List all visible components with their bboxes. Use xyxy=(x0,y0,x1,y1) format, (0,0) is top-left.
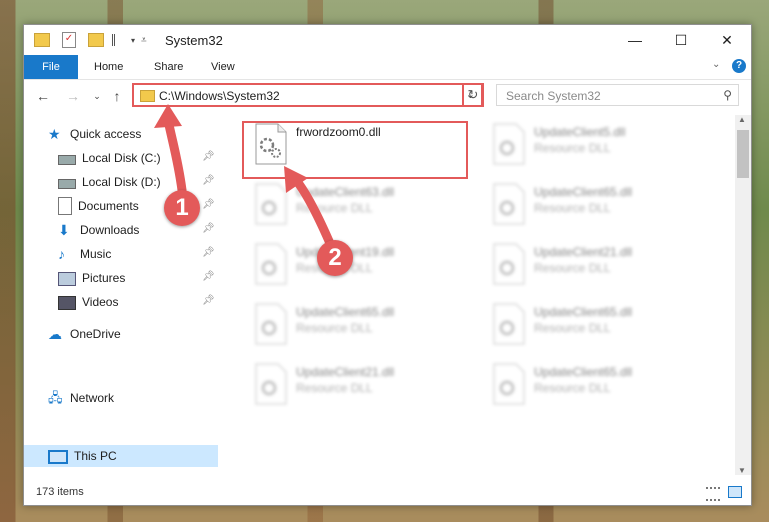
callout-2: 2 xyxy=(317,240,353,276)
annotation-arrows xyxy=(154,104,337,253)
callout-1: 1 xyxy=(164,190,200,226)
